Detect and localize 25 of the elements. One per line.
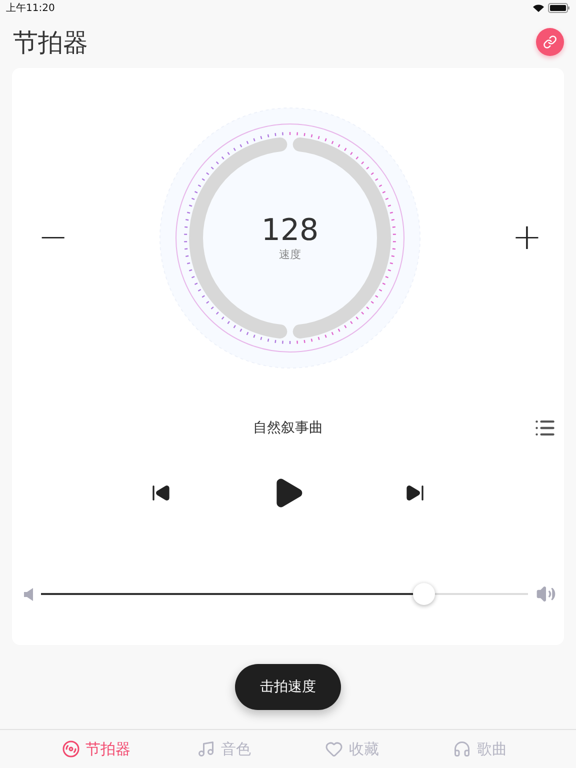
volume-high-icon [536, 584, 556, 604]
wifi-icon [533, 4, 544, 12]
tempo-value: 128 [261, 214, 319, 247]
tab[interactable]: 音色 [160, 730, 288, 768]
link-button[interactable] [536, 28, 564, 56]
tap-tempo-button[interactable]: 击拍速度 [235, 664, 341, 710]
heart-icon [325, 740, 343, 758]
song-title: 自然叙事曲 [253, 419, 323, 437]
next-button[interactable] [405, 483, 425, 503]
headphones-icon [453, 740, 471, 758]
volume-thumb[interactable] [413, 583, 436, 605]
disc-icon [62, 740, 80, 758]
status-time: 上午11:20 [6, 2, 55, 15]
increase-button[interactable]: + [508, 220, 546, 256]
tab[interactable]: 歌曲 [416, 730, 544, 768]
music-note-icon [197, 740, 215, 758]
tab[interactable]: 节拍器 [32, 730, 160, 768]
previous-button[interactable] [151, 483, 171, 503]
tab[interactable]: 收藏 [288, 730, 416, 768]
decrease-button[interactable]: − [34, 220, 72, 256]
speaker-icon [24, 588, 33, 600]
page-title: 节拍器 [13, 26, 88, 58]
tempo-label: 速度 [279, 247, 301, 262]
battery-icon [548, 3, 570, 13]
link-icon [543, 35, 557, 49]
